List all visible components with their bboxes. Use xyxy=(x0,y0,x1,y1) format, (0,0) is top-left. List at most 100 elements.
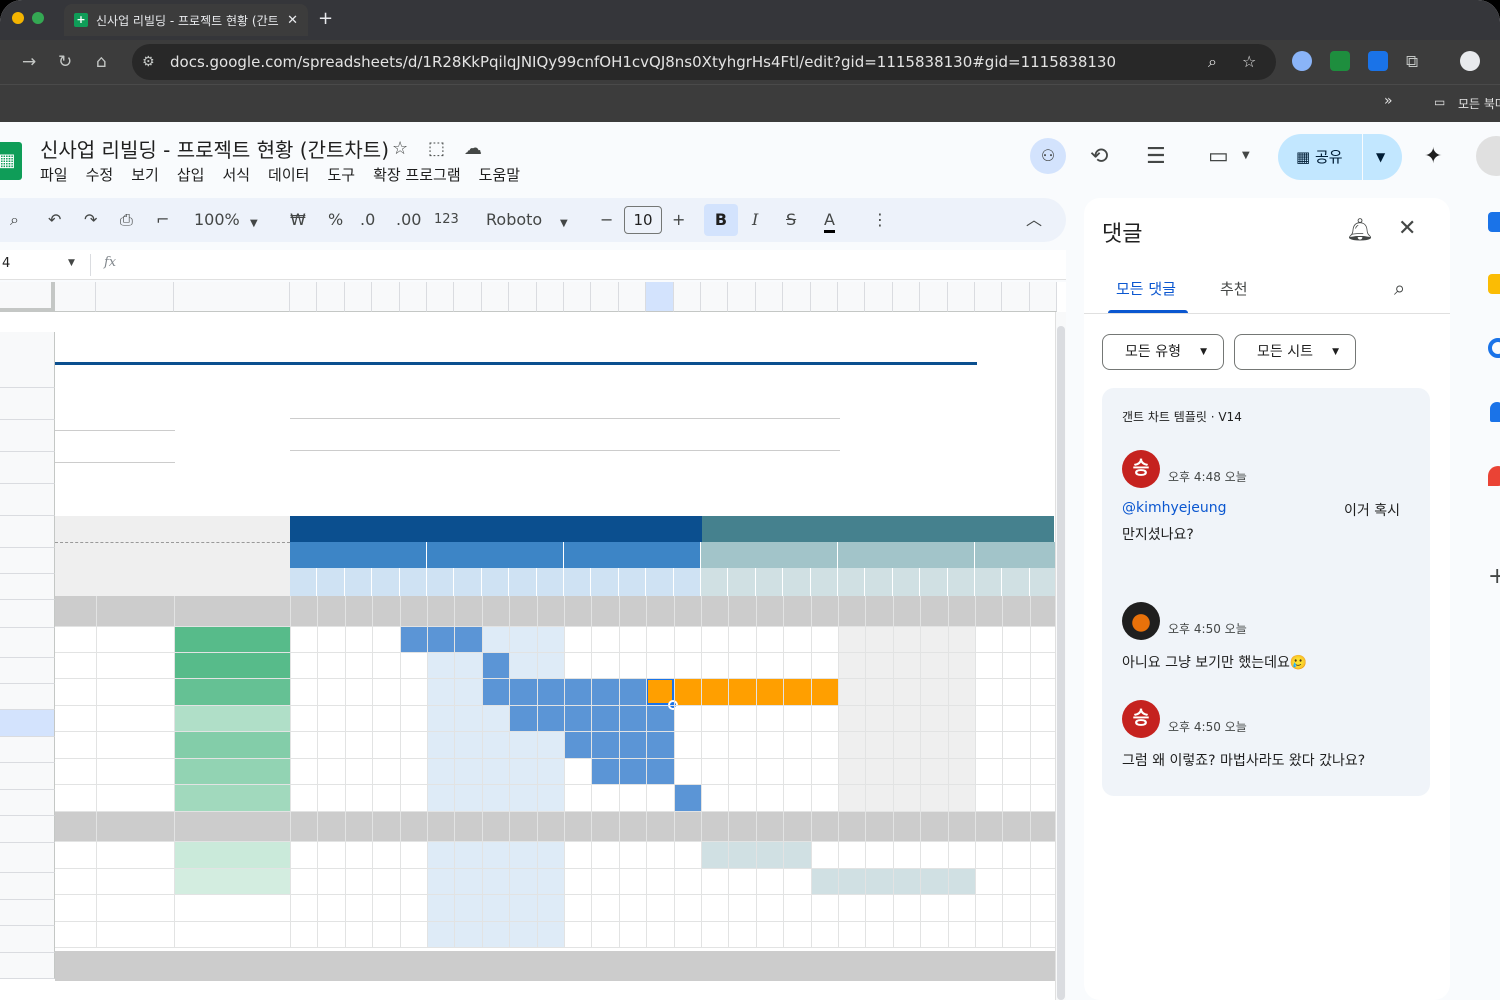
column-header[interactable] xyxy=(865,282,893,312)
gantt-bar[interactable] xyxy=(591,758,674,784)
menu-item[interactable]: 수정 xyxy=(86,164,114,185)
avatar[interactable]: 승 xyxy=(1122,450,1160,488)
gantt-cell[interactable] xyxy=(454,758,482,784)
increase-font-icon[interactable]: + xyxy=(672,210,685,230)
menu-item[interactable]: 삽입 xyxy=(177,164,205,185)
gantt-cell[interactable] xyxy=(481,731,510,758)
profile-avatar[interactable] xyxy=(1460,51,1480,71)
column-header[interactable] xyxy=(591,282,619,312)
comment-thread[interactable]: 갠트 차트 템플릿 · V14 승 오후 4:48 오늘 @kimhyejeun… xyxy=(1102,388,1430,796)
gantt-cell[interactable] xyxy=(536,894,564,921)
gantt-cell[interactable] xyxy=(454,868,482,894)
column-header[interactable] xyxy=(892,282,921,312)
column-header[interactable] xyxy=(618,282,647,312)
gantt-cell[interactable] xyxy=(865,678,893,705)
puzzle-icon[interactable]: ⧉ xyxy=(1406,52,1418,72)
tasks-icon[interactable] xyxy=(1488,338,1500,358)
gantt-cell[interactable] xyxy=(920,731,948,758)
gantt-cell[interactable] xyxy=(947,626,975,652)
menu-item[interactable]: 도움말 xyxy=(479,164,520,185)
column-header[interactable] xyxy=(810,282,838,312)
decrease-font-icon[interactable]: − xyxy=(600,210,613,230)
gantt-cell[interactable] xyxy=(865,731,893,758)
gantt-cell[interactable] xyxy=(892,678,921,705)
row-header[interactable] xyxy=(0,388,55,420)
column-header[interactable] xyxy=(454,282,482,312)
gantt-cell[interactable] xyxy=(865,705,893,731)
column-header[interactable] xyxy=(96,282,174,312)
gantt-cell[interactable] xyxy=(838,652,866,678)
gantt-cell[interactable] xyxy=(947,678,975,705)
gantt-cell[interactable] xyxy=(865,784,893,811)
column-header[interactable] xyxy=(481,282,510,312)
bell-icon[interactable]: 🔔︎ xyxy=(1346,218,1374,243)
gantt-cell[interactable] xyxy=(509,731,537,758)
zoom-select[interactable]: 100% xyxy=(194,210,240,230)
gantt-cell[interactable] xyxy=(920,652,948,678)
gantt-cell[interactable] xyxy=(920,626,948,652)
browser-tab[interactable]: + 신사업 리빌딩 - 프로젝트 현황 (간트 ✕ xyxy=(64,4,308,36)
gantt-cell[interactable] xyxy=(536,652,564,678)
gantt-cell[interactable] xyxy=(454,841,482,868)
new-tab-icon[interactable]: + xyxy=(318,8,333,29)
reload-icon[interactable]: ↻ xyxy=(58,52,72,72)
row-header[interactable] xyxy=(0,574,55,600)
gantt-cell[interactable] xyxy=(481,626,510,652)
column-header[interactable] xyxy=(399,282,427,312)
column-header[interactable] xyxy=(344,282,373,312)
add-addon-icon[interactable]: + xyxy=(1488,564,1500,589)
column-header[interactable] xyxy=(838,282,866,312)
tab-all-comments[interactable]: 모든 댓글 xyxy=(1116,278,1176,299)
gantt-cell[interactable] xyxy=(838,758,866,784)
forward-icon[interactable]: → xyxy=(22,52,36,72)
row-header[interactable] xyxy=(0,548,55,574)
contacts-icon[interactable] xyxy=(1490,402,1500,422)
column-header[interactable] xyxy=(947,282,975,312)
percent-format-button[interactable]: % xyxy=(328,210,343,230)
row-header[interactable] xyxy=(0,516,55,548)
gantt-cell[interactable] xyxy=(427,841,455,868)
column-header[interactable] xyxy=(290,282,318,312)
gantt-cell[interactable] xyxy=(536,868,564,894)
redo-icon[interactable]: ↷ xyxy=(84,210,97,230)
gantt-cell[interactable] xyxy=(454,784,482,811)
keep-icon[interactable] xyxy=(1488,274,1500,294)
column-header[interactable] xyxy=(673,282,701,312)
select-all-corner[interactable] xyxy=(0,282,55,312)
gantt-cell[interactable] xyxy=(892,626,921,652)
url-field[interactable]: ⚙ docs.google.com/spreadsheets/d/1R28KkP… xyxy=(132,44,1276,80)
gantt-cell[interactable] xyxy=(838,678,866,705)
row-header[interactable] xyxy=(0,737,55,763)
meet-icon[interactable]: ⚇ xyxy=(1030,138,1066,174)
tab-suggestions[interactable]: 추천 xyxy=(1220,278,1248,299)
gantt-cell[interactable] xyxy=(838,626,866,652)
extension-icon[interactable] xyxy=(1368,51,1388,71)
spreadsheet-grid[interactable] xyxy=(0,282,1066,1000)
gantt-cell[interactable] xyxy=(536,731,564,758)
row-header[interactable] xyxy=(0,816,55,843)
gantt-cell[interactable] xyxy=(509,868,537,894)
number-format-button[interactable]: 123 xyxy=(434,210,459,230)
gantt-cell[interactable] xyxy=(838,784,866,811)
gantt-bar[interactable] xyxy=(399,626,482,652)
column-header[interactable] xyxy=(427,282,455,312)
search-menu-icon[interactable]: ⌕ xyxy=(10,210,19,230)
name-box[interactable]: 4 xyxy=(2,256,10,271)
font-select[interactable]: Roboto xyxy=(486,210,542,230)
gantt-cell[interactable] xyxy=(920,758,948,784)
column-header[interactable] xyxy=(372,282,400,312)
gantt-cell[interactable] xyxy=(892,758,921,784)
gantt-cell[interactable] xyxy=(536,841,564,868)
column-header[interactable] xyxy=(975,282,1003,312)
gantt-cell[interactable] xyxy=(481,841,510,868)
gantt-cell[interactable] xyxy=(481,868,510,894)
row-header[interactable] xyxy=(0,420,55,452)
column-header[interactable] xyxy=(1002,282,1030,312)
row-header[interactable] xyxy=(0,684,55,710)
gemini-icon[interactable]: ✦ xyxy=(1424,144,1442,169)
row-header[interactable] xyxy=(0,600,55,628)
document-title[interactable]: 신사업 리빌딩 - 프로젝트 현황 (간트차트) xyxy=(40,134,389,163)
share-button[interactable]: ▦ 공유 ▼ xyxy=(1278,134,1402,180)
column-header[interactable] xyxy=(509,282,537,312)
gantt-cell[interactable] xyxy=(427,705,455,731)
